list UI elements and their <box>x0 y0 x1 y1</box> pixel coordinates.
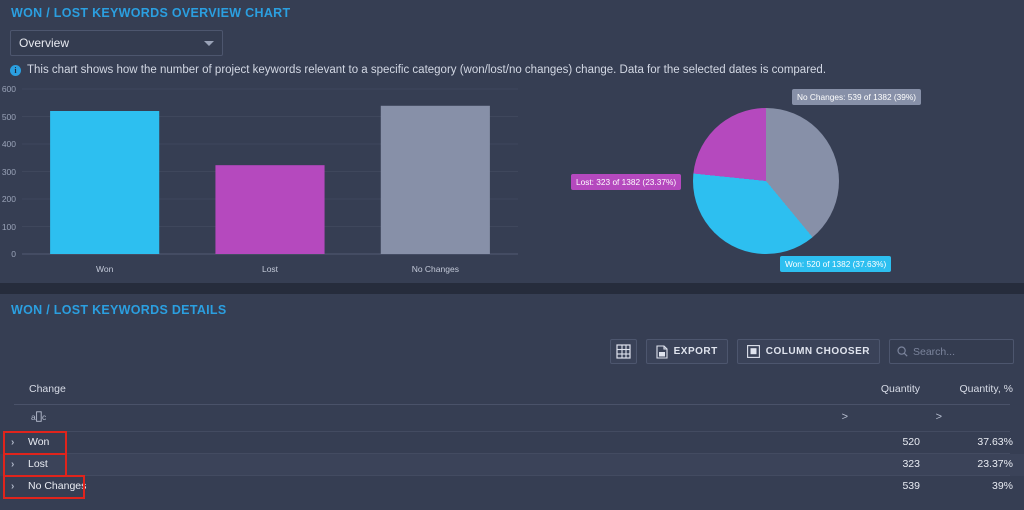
y-axis-tick-label: 500 <box>1 111 16 122</box>
report-page: WON / LOST KEYWORDS OVERVIEW CHART Overv… <box>0 0 1024 510</box>
column-header-quantity[interactable]: Quantity <box>881 383 920 395</box>
y-axis-tick-label: 100 <box>1 221 16 232</box>
grid-header-row: Change Quantity Quantity, % <box>0 376 1024 404</box>
svg-text:c: c <box>42 412 47 422</box>
pie-chart: No Changes: 539 of 1382 (39%) Won: 520 of… <box>560 84 1024 279</box>
row-highlight-box <box>3 475 85 499</box>
pie-label-no-changes: No Changes: 539 of 1382 (39%) <box>792 89 922 105</box>
bar-won[interactable] <box>50 111 160 254</box>
abc-filter-icon[interactable]: a c <box>31 411 47 423</box>
x-axis-tick-label: Won <box>95 264 114 274</box>
export-button-label: EXPORT <box>673 346 718 357</box>
export-file-icon <box>656 344 668 359</box>
y-axis-tick-label: 600 <box>1 84 16 94</box>
table-row[interactable]: › Won 520 37.63% <box>0 431 1024 455</box>
table-row[interactable]: › Lost 323 23.37% <box>0 453 1024 477</box>
overview-section-title: WON / LOST KEYWORDS OVERVIEW CHART <box>11 6 291 20</box>
column-chooser-button-label: COLUMN CHOOSER <box>765 346 870 357</box>
export-button[interactable]: EXPORT <box>645 339 728 364</box>
grid-toolbar: EXPORT COLUMN CHOOSER Search... <box>609 339 1014 364</box>
column-header-quantity-p[interactable]: Quantity, % <box>960 383 1014 395</box>
chart-info-note: i This chart shows how the number of pro… <box>10 64 1010 76</box>
search-input[interactable]: Search... <box>889 339 1014 364</box>
row-highlight-box <box>3 453 67 477</box>
grid-filter-row: a c > > <box>0 405 1024 431</box>
chart-info-text: This chart shows how the number of proje… <box>27 64 827 76</box>
cell-quantity: 520 <box>902 436 920 448</box>
column-chooser-icon <box>746 345 760 358</box>
cell-quantity: 539 <box>902 480 920 492</box>
grid-layout-button[interactable] <box>609 339 637 364</box>
details-section-title: WON / LOST KEYWORDS DETAILS <box>11 303 227 317</box>
bar-chart: 0 100 200 300 400 500 600 Won Lost No Changes <box>0 84 530 279</box>
pie-chart-disc <box>693 108 839 254</box>
y-axis-tick-label: 400 <box>1 139 16 149</box>
column-chooser-button[interactable]: COLUMN CHOOSER <box>736 339 880 364</box>
cell-quantity: 323 <box>902 458 920 470</box>
x-axis-tick-label: No Changes <box>411 264 459 274</box>
y-axis-tick-label: 300 <box>1 166 16 177</box>
search-placeholder: Search... <box>913 345 956 358</box>
y-axis-tick-label: 0 <box>11 249 16 259</box>
bar-chart-canvas <box>22 88 518 255</box>
chart-mode-select[interactable]: Overview <box>10 30 223 56</box>
cell-quantity-percent: 23.37% <box>977 458 1013 470</box>
row-highlight-box <box>3 431 67 455</box>
svg-text:a: a <box>31 412 36 422</box>
x-axis-tick-label: Lost <box>261 264 279 274</box>
bar-no-changes[interactable] <box>380 105 490 255</box>
overview-chart-panel: WON / LOST KEYWORDS OVERVIEW CHART Overv… <box>0 0 1024 283</box>
table-row[interactable]: › No Changes 539 39% <box>0 475 1024 499</box>
pie-label-won: Won: 520 of 1382 (37.63%) <box>780 256 892 272</box>
y-axis-tick-label: 200 <box>1 194 16 204</box>
bar-lost[interactable] <box>215 165 325 254</box>
column-header-change[interactable]: Change <box>29 383 66 395</box>
cell-quantity-percent: 39% <box>991 480 1013 492</box>
cell-quantity-percent: 37.63% <box>977 436 1013 448</box>
info-icon: i <box>10 64 21 76</box>
section-divider <box>0 283 1024 294</box>
pie-label-lost: Lost: 323 of 1382 (23.37%) <box>571 174 682 190</box>
chart-mode-select-value: Overview <box>19 36 70 50</box>
search-icon <box>897 346 908 357</box>
filter-op-quantity-p[interactable]: > <box>936 411 942 423</box>
chevron-down-icon <box>204 40 214 46</box>
grid-layout-icon <box>616 344 631 359</box>
details-panel: WON / LOST KEYWORDS DETAILS EXPORT COLUM… <box>0 294 1024 510</box>
filter-op-quantity[interactable]: > <box>842 411 848 423</box>
